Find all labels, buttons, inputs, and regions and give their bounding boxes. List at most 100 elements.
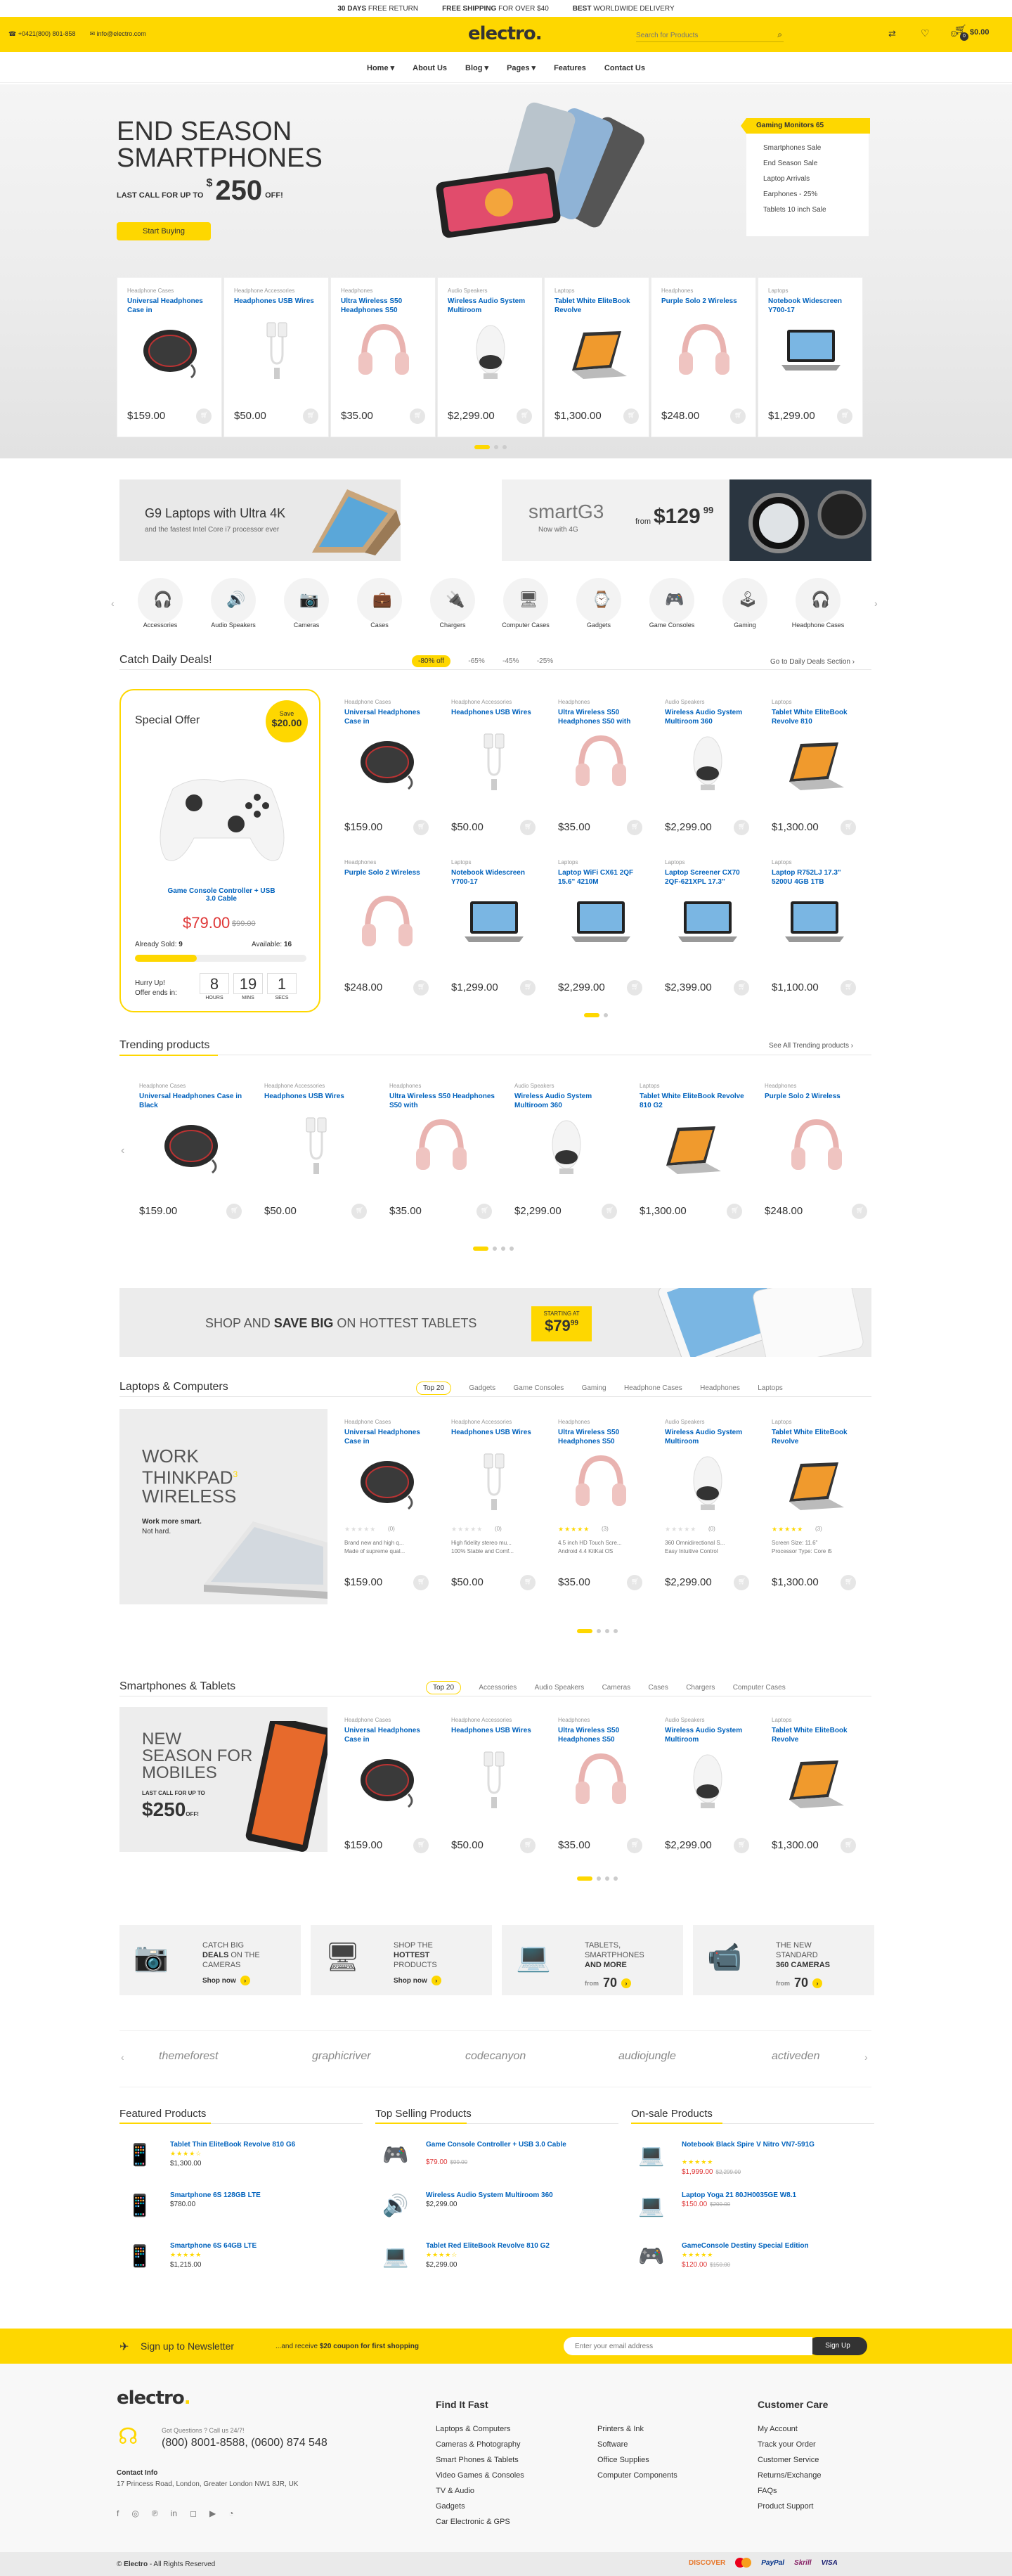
footer-link[interactable]: Customer Service	[758, 2452, 822, 2468]
deals-carousel-dots[interactable]	[582, 1010, 610, 1019]
footer-link[interactable]: Printers & Ink	[597, 2421, 677, 2437]
product-category[interactable]: Headphones	[661, 288, 693, 294]
product-title[interactable]: Universal Headphones Case in Black	[139, 1093, 246, 1110]
product-image[interactable]	[779, 1748, 850, 1811]
promo-cta[interactable]: Shop now ›	[202, 1976, 250, 1985]
product-category[interactable]: Headphone Accessories	[451, 1419, 512, 1425]
deals-tab[interactable]: -45%	[502, 657, 519, 665]
footer-link[interactable]: Video Games & Consoles	[436, 2468, 524, 2483]
youtube-icon[interactable]: ▶	[209, 2509, 216, 2518]
side-menu-item[interactable]: Earphones - 25%	[763, 187, 826, 202]
product-title[interactable]: Notebook Widescreen Y700-17	[451, 869, 540, 887]
brand-logo[interactable]: codecanyon	[465, 2050, 526, 2063]
product-card[interactable]: Laptops Tablet White EliteBook Revolve 81…	[630, 1073, 753, 1233]
footer-link[interactable]: Returns/Exchange	[758, 2468, 822, 2483]
smartphones-tab[interactable]: Computer Cases	[733, 1684, 786, 1692]
footer-link[interactable]: Software	[597, 2437, 677, 2452]
brand-logo[interactable]: graphicriver	[312, 2050, 371, 2063]
product-thumb[interactable]: 📱	[126, 2244, 153, 2269]
product-title[interactable]: Ultra Wireless S50 Headphones S50	[341, 297, 429, 315]
go-to-deals-link[interactable]: Go to Daily Deals Section ›	[770, 658, 855, 666]
product-category[interactable]: Headphone Accessories	[451, 1717, 512, 1723]
product-image[interactable]	[566, 1748, 636, 1811]
product-image[interactable]	[779, 890, 850, 953]
product-card[interactable]: Headphone Cases Universal Headphones Case…	[117, 277, 222, 437]
product-list-item[interactable]: 📱 Smartphone 6S 64GB LTE ★★★★★ $1,215.00	[119, 2239, 363, 2284]
product-category[interactable]: Headphone Cases	[344, 699, 391, 705]
product-thumb[interactable]: 📱	[126, 2194, 153, 2218]
product-card[interactable]: Headphone Cases Universal Headphones Case…	[335, 1707, 440, 1867]
product-category[interactable]: Audio Speakers	[665, 1717, 704, 1723]
product-card[interactable]: Headphones Purple Solo 2 Wireless $248.00 🛒…	[755, 1073, 878, 1233]
product-card[interactable]: Headphones Ultra Wireless S50 Headphones …	[330, 277, 436, 437]
product-list-item[interactable]: 🔊 Wireless Audio System Multiroom 360 $2,2…	[375, 2188, 618, 2233]
product-card[interactable]: Headphones Ultra Wireless S50 Headphones …	[548, 689, 654, 849]
product-thumb[interactable]: 🎮	[382, 2143, 408, 2168]
whatsapp-icon[interactable]: ◎	[131, 2509, 138, 2518]
footer-logo[interactable]: electro.	[117, 2388, 191, 2409]
product-category[interactable]: Laptops	[640, 1083, 659, 1089]
special-offer-card[interactable]: Special Offer Save $20.00 Game Console C…	[119, 689, 320, 1012]
product-category[interactable]: Laptops	[772, 859, 791, 865]
product-category[interactable]: Audio Speakers	[514, 1083, 554, 1089]
product-image[interactable]	[455, 318, 526, 382]
product-category[interactable]: Headphone Cases	[139, 1083, 186, 1089]
product-title[interactable]: Tablet White EliteBook Revolve 810	[772, 709, 860, 726]
product-card[interactable]: Headphone Cases Universal Headphones Case…	[335, 689, 440, 849]
product-category[interactable]: Laptops	[554, 288, 574, 294]
product-card[interactable]: Headphone Accessories Headphones USB Wire…	[441, 689, 547, 849]
nav-about[interactable]: About Us	[413, 64, 447, 72]
product-title[interactable]: Headphones USB Wires	[234, 297, 323, 307]
footer-link[interactable]: My Account	[758, 2421, 822, 2437]
footer-link[interactable]: Track your Order	[758, 2437, 822, 2452]
product-category[interactable]: Laptops	[772, 1717, 791, 1723]
product-list-item[interactable]: 📱 Smartphone 6S 128GB LTE $780.00	[119, 2188, 363, 2233]
product-title[interactable]: Headphones USB Wires	[451, 1429, 540, 1438]
product-image[interactable]	[776, 318, 846, 382]
product-list-item[interactable]: 🎮 GameConsole Destiny Special Edition ★★★★…	[631, 2239, 874, 2284]
product-category[interactable]: Audio Speakers	[665, 699, 704, 705]
product-title[interactable]: Wireless Audio System Multiroom	[448, 297, 536, 315]
product-image[interactable]	[673, 1748, 743, 1811]
footer-link[interactable]: Gadgets	[436, 2499, 524, 2514]
product-category[interactable]: Laptops	[768, 288, 788, 294]
product-title[interactable]: Tablet Thin EliteBook Revolve 810 G6	[170, 2140, 311, 2149]
product-card[interactable]: Headphone Accessories Headphones USB Wire…	[441, 1707, 547, 1867]
product-title[interactable]: Wireless Audio System Multiroom 360	[665, 709, 753, 726]
facebook-icon[interactable]: f	[117, 2509, 119, 2518]
product-image[interactable]	[566, 730, 636, 793]
product-image[interactable]	[673, 730, 743, 793]
footer-link[interactable]: Laptops & Computers	[436, 2421, 524, 2437]
product-category[interactable]: Headphones	[389, 1083, 421, 1089]
footer-link[interactable]: Smart Phones & Tablets	[436, 2452, 524, 2468]
product-category[interactable]: Headphone Cases	[344, 1717, 391, 1723]
product-title[interactable]: Universal Headphones Case in	[344, 1727, 433, 1744]
product-title[interactable]: Tablet White EliteBook Revolve 810 G2	[640, 1093, 746, 1110]
product-image[interactable]	[459, 890, 529, 953]
footer-link[interactable]: TV & Audio	[436, 2483, 524, 2499]
nav-contact[interactable]: Contact Us	[604, 64, 645, 72]
product-card[interactable]: Headphone Accessories Headphones USB Wire…	[441, 1409, 547, 1604]
brand-logo[interactable]: themeforest	[159, 2050, 218, 2063]
deals-tab[interactable]: -80% off	[412, 655, 451, 667]
footer-link[interactable]: Product Support	[758, 2499, 822, 2514]
product-card[interactable]: Headphones Purple Solo 2 Wireless $248.00 🛒…	[651, 277, 756, 437]
brands-prev-arrow[interactable]: ‹	[121, 2052, 124, 2063]
product-title[interactable]: Smartphone 6S 64GB LTE	[170, 2241, 311, 2250]
product-card[interactable]: Laptops Laptop Screener CX70 2QF-621XPL 1…	[655, 849, 760, 1010]
laptops-tab[interactable]: Game Consoles	[514, 1384, 564, 1392]
product-card[interactable]: Audio Speakers Wireless Audio System Mult…	[655, 1707, 760, 1867]
product-image[interactable]	[352, 1450, 422, 1513]
product-card[interactable]: Headphones Ultra Wireless S50 Headphones …	[379, 1073, 503, 1233]
product-category[interactable]: Laptops	[558, 859, 578, 865]
product-category[interactable]: Headphone Accessories	[234, 288, 294, 294]
rss-icon[interactable]: ◔	[228, 2509, 233, 2518]
product-image[interactable]	[459, 730, 529, 793]
promo-box[interactable]: 📷 CATCH BIG DEALS ON THE CAMERAS Shop now ›	[119, 1925, 301, 1995]
product-image[interactable]	[669, 318, 739, 382]
laptops-tab[interactable]: Gaming	[582, 1384, 606, 1392]
product-image[interactable]	[673, 1450, 743, 1513]
product-image[interactable]	[566, 1450, 636, 1513]
smartphones-tab[interactable]: Cases	[649, 1684, 668, 1692]
product-title[interactable]: Notebook Black Spire V Nitro VN7-591G	[682, 2140, 822, 2149]
